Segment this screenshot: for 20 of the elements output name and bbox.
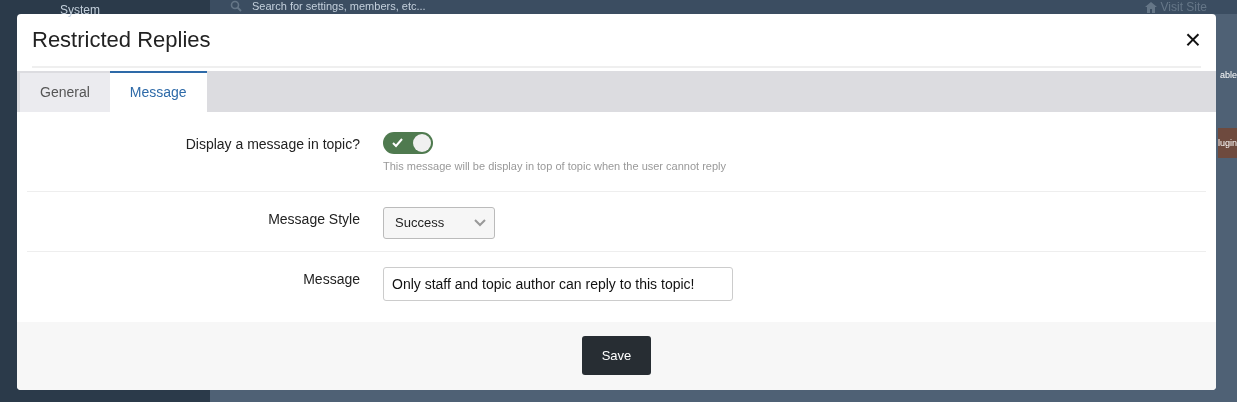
- sidebar-title: System: [60, 4, 100, 17]
- field-label: Message: [303, 269, 360, 287]
- close-button[interactable]: ×: [1184, 25, 1201, 54]
- chevron-down-icon: [474, 218, 486, 227]
- field-label: Display a message in topic?: [185, 134, 360, 152]
- save-button[interactable]: Save: [582, 336, 651, 376]
- search-icon: [230, 0, 242, 12]
- plugin-button[interactable]: lugin: [1218, 128, 1237, 158]
- toggle-switch[interactable]: [383, 131, 433, 154]
- table-header: able: [1220, 70, 1237, 80]
- tab[interactable]: General: [20, 72, 110, 112]
- message-field[interactable]: Only staff and topic author can reply to this topic!: [383, 266, 733, 301]
- tab[interactable]: Message: [109, 70, 207, 112]
- help-text: This message will be display in top of topic when the user cannot reply: [383, 159, 727, 172]
- house-icon: [1144, 1, 1157, 13]
- search-field[interactable]: Search for settings, members, etc...: [252, 0, 1135, 13]
- dialog-title: Restricted Replies: [32, 26, 211, 53]
- field-label: Message Style: [268, 209, 360, 227]
- check-icon: [392, 137, 403, 148]
- style-dropdown[interactable]: Success: [383, 206, 495, 239]
